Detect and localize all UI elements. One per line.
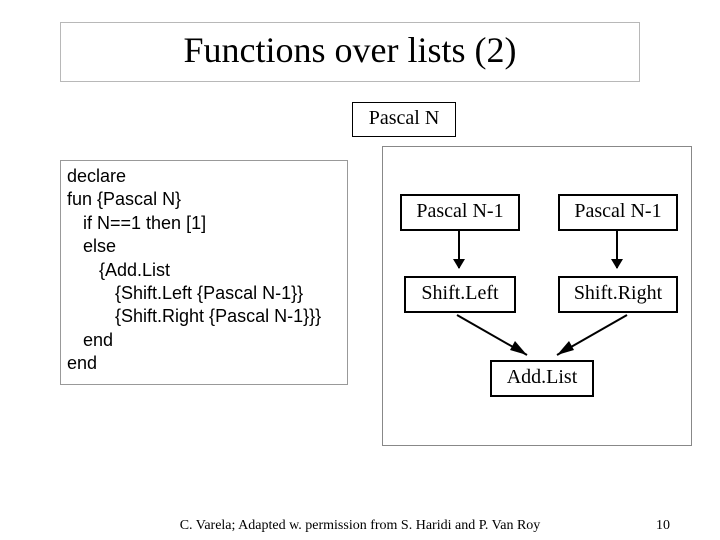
code-line: else xyxy=(67,235,341,258)
node-pascal-n-1-right: Pascal N-1 xyxy=(558,194,678,231)
node-pascal-n: Pascal N xyxy=(352,102,456,137)
code-line: end xyxy=(67,329,341,352)
code-line: if N==1 then [1] xyxy=(67,212,341,235)
title-container: Functions over lists (2) xyxy=(60,22,640,82)
code-line: {Shift.Left {Pascal N-1}} xyxy=(67,282,341,305)
node-pascal-n-1-left: Pascal N-1 xyxy=(400,194,520,231)
node-shift-right: Shift.Right xyxy=(558,276,678,313)
footer-credit: C. Varela; Adapted w. permission from S.… xyxy=(0,518,720,534)
page-number: 10 xyxy=(656,518,670,534)
code-line: declare xyxy=(67,165,341,188)
node-shift-left: Shift.Left xyxy=(404,276,516,313)
code-listing: declare fun {Pascal N} if N==1 then [1] … xyxy=(60,160,348,385)
code-line: {Shift.Right {Pascal N-1}}} xyxy=(67,305,341,328)
code-line: {Add.List xyxy=(67,259,341,282)
code-line: end xyxy=(67,352,341,375)
arrow-icon xyxy=(458,230,460,268)
code-line: fun {Pascal N} xyxy=(67,188,341,211)
arrow-icon xyxy=(616,230,618,268)
node-add-list: Add.List xyxy=(490,360,594,397)
slide-title: Functions over lists (2) xyxy=(61,29,639,71)
arrow-icon xyxy=(452,310,542,365)
tree-diagram: Pascal N-1 Pascal N-1 Shift.Left Shift.R… xyxy=(382,160,692,460)
arrow-icon xyxy=(542,310,632,365)
